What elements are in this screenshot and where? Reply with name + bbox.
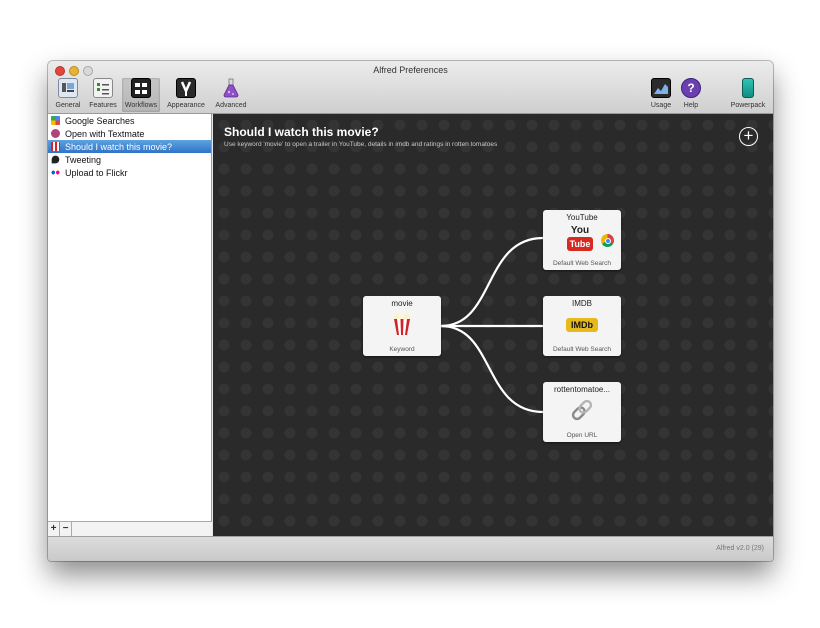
node-rottentomatoes-url[interactable]: rottentomatoe... Open URL	[543, 382, 621, 442]
preferences-window: Alfred Preferences General Features Work…	[48, 61, 773, 561]
textmate-icon	[51, 129, 60, 138]
sidebar-controls: + −	[48, 521, 212, 536]
add-workflow-button[interactable]: +	[48, 522, 60, 536]
advanced-flask-icon	[221, 78, 241, 98]
toolbar-general[interactable]: General	[51, 78, 85, 112]
popcorn-icon	[393, 312, 411, 335]
imdb-icon: IMDb	[566, 318, 598, 332]
sidebar-item-should-i-watch-this-movie[interactable]: Should I watch this movie?	[48, 140, 211, 153]
toolbar-advanced[interactable]: Advanced	[212, 78, 250, 112]
toolbar-workflows[interactable]: Workflows	[122, 78, 160, 112]
flickr-icon	[51, 168, 60, 177]
popcorn-icon	[51, 142, 60, 151]
sidebar-item-open-with-textmate[interactable]: Open with Textmate	[48, 127, 211, 140]
toolbar-features[interactable]: Features	[86, 78, 120, 112]
window-title: Alfred Preferences	[373, 65, 448, 75]
version-label: Alfred v2.0 (29)	[716, 545, 764, 552]
workflow-canvas[interactable]: Should I watch this movie? Use keyword '…	[213, 114, 773, 536]
powerpack-icon	[742, 78, 754, 98]
toolbar-usage[interactable]: Usage	[647, 78, 675, 112]
toolbar-powerpack[interactable]: Powerpack	[727, 78, 769, 112]
appearance-icon	[176, 78, 196, 98]
node-keyword-movie[interactable]: movie Keyword	[363, 296, 441, 356]
connector-youtube	[440, 236, 544, 328]
remove-workflow-button[interactable]: −	[60, 522, 72, 536]
workflows-icon	[131, 78, 151, 98]
connector-rotten	[440, 324, 544, 414]
toolbar-appearance[interactable]: Appearance	[162, 78, 210, 112]
chrome-icon	[601, 234, 614, 247]
sidebar-item-tweeting[interactable]: Tweeting	[48, 153, 211, 166]
general-icon	[58, 78, 78, 98]
titlebar: Alfred Preferences General Features Work…	[48, 61, 773, 114]
sidebar-item-upload-to-flickr[interactable]: Upload to Flickr	[48, 166, 211, 179]
node-youtube-search[interactable]: YouTube You Tube Default Web Search	[543, 210, 621, 270]
node-imdb-search[interactable]: IMDB IMDb Default Web Search	[543, 296, 621, 356]
chain-link-icon	[571, 399, 593, 421]
connection-lines	[440, 236, 544, 414]
google-icon	[51, 116, 60, 125]
sidebar-item-google-searches[interactable]: Google Searches	[48, 114, 211, 127]
help-icon: ?	[681, 78, 701, 98]
workflow-list: Google Searches Open with Textmate Shoul…	[48, 114, 212, 536]
features-icon	[93, 78, 113, 98]
youtube-icon: You Tube	[567, 225, 593, 254]
bird-icon	[51, 155, 60, 164]
toolbar-help[interactable]: ? Help	[678, 78, 704, 112]
status-bar: Alfred v2.0 (29)	[48, 536, 773, 561]
usage-chart-icon	[651, 78, 671, 98]
